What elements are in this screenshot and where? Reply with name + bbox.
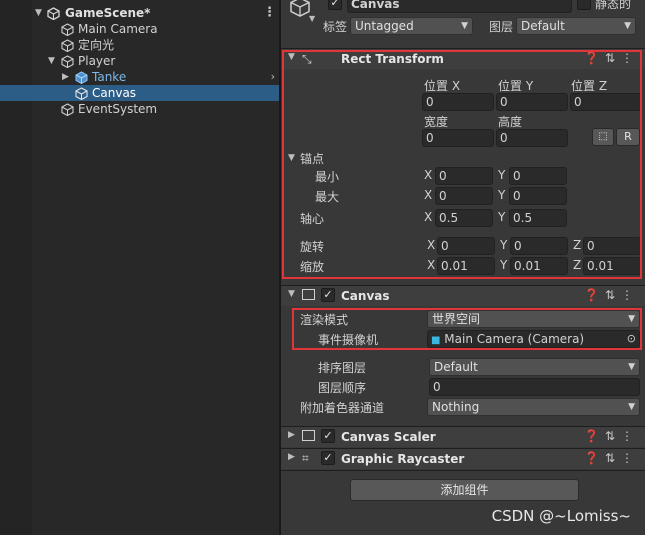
active-checkbox[interactable]: ✓ [328,0,342,10]
gameobject-icon [61,55,74,69]
order-in-layer-label: 图层顺序 [318,381,367,395]
gameobject-icon [61,39,74,53]
component-header-icons: ❓⇅⋮ [584,451,639,465]
icon-dropdown-caret-icon[interactable]: ▼ [309,14,315,23]
hierarchy-item-tanke[interactable]: ▶ Tanke › [0,69,280,85]
shader-channels-dropdown[interactable]: Nothing ▼ [427,398,640,416]
order-in-layer-field[interactable]: 0 [429,378,640,396]
help-icon[interactable]: ❓ [584,288,605,302]
scene-name: GameScene* [65,6,151,20]
raycaster-icon: ⌗ [302,451,309,465]
help-icon[interactable]: ❓ [584,451,605,465]
add-component-button[interactable]: 添加组件 [350,479,579,501]
hierarchy-item-label: Main Camera [78,22,158,36]
graphic-raycaster-header[interactable]: ▶ ⌗ ✓ Graphic Raycaster ❓⇅⋮ [281,448,645,469]
chevron-down-icon: ▼ [624,21,631,31]
canvas-component-icon [302,289,315,300]
canvas-scaler-icon [302,430,315,441]
hierarchy-item-eventsystem[interactable]: EventSystem [0,101,280,117]
components-end-divider [281,470,645,471]
hierarchy-item-main-camera[interactable]: Main Camera [0,21,280,37]
presets-icon[interactable]: ⇅ [605,288,621,302]
more-options-icon[interactable]: ⋮ [621,451,639,465]
hierarchy-item-player[interactable]: ▼ Player [0,53,280,69]
tag-value: Untagged [355,19,414,33]
collapse-arrow-icon[interactable]: ▶ [288,430,295,440]
shader-channels-value: Nothing [432,400,480,414]
canvas-scaler-enabled-checkbox[interactable]: ✓ [321,429,335,443]
chevron-down-icon: ▼ [628,402,635,412]
presets-icon[interactable]: ⇅ [605,429,621,443]
canvas-component-header[interactable]: ▼ ✓ Canvas ❓⇅⋮ [281,285,645,306]
canvas-component-title: Canvas [341,289,390,303]
prefab-icon [75,71,88,85]
expand-arrow-icon[interactable]: ▼ [48,53,58,69]
gameobject-large-icon [289,0,311,21]
unity-scene-icon [47,7,60,21]
hierarchy-item-label: Canvas [92,86,137,100]
static-label: 静态的 [595,0,632,11]
expand-arrow-icon[interactable]: ▼ [35,5,45,21]
hierarchy-item-label: EventSystem [78,102,158,116]
tag-dropdown[interactable]: Untagged ▼ [350,17,473,35]
sorting-layer-label: 排序图层 [318,361,367,375]
object-name-text: Canvas [351,0,400,11]
object-name-field[interactable]: Canvas [347,0,572,13]
canvas-scaler-header[interactable]: ▶ ✓ Canvas Scaler ❓⇅⋮ [281,426,645,447]
scene-menu-icon[interactable]: ⋮ [263,5,276,21]
collapse-arrow-icon[interactable]: ▶ [288,452,295,462]
watermark: CSDN @~Lomiss~ [491,507,631,525]
hierarchy-item-label: Tanke [92,70,127,84]
collapse-arrow-icon[interactable]: ▶ [62,69,72,85]
chevron-down-icon: ▼ [628,362,635,372]
graphic-raycaster-enabled-checkbox[interactable]: ✓ [321,451,335,465]
component-header-icons: ❓⇅⋮ [584,429,639,443]
hierarchy-panel: ▼ GameScene* ⋮ Main Camera 定向光 ▼ Player … [0,0,280,535]
shader-channels-label: 附加着色器通道 [300,401,385,415]
gameobject-icon [61,23,74,37]
more-options-icon[interactable]: ⋮ [621,288,639,302]
hierarchy-item-label: 定向光 [78,38,115,52]
help-icon[interactable]: ❓ [584,429,605,443]
sorting-layer-value: Default [434,360,478,374]
hierarchy-item-directional-light[interactable]: 定向光 [0,37,280,53]
layer-value: Default [521,19,565,33]
open-prefab-chevron-icon[interactable]: › [271,69,275,85]
gameobject-icon [75,87,88,101]
gameobject-icon [61,103,74,117]
foldout-arrow-icon[interactable]: ▼ [288,289,295,299]
presets-icon[interactable]: ⇅ [605,451,621,465]
layer-dropdown[interactable]: Default ▼ [516,17,636,35]
graphic-raycaster-title: Graphic Raycaster [341,452,465,466]
layer-label: 图层 [489,20,514,34]
scene-row[interactable]: ▼ GameScene* ⋮ [0,5,280,21]
hierarchy-item-canvas[interactable]: Canvas [0,85,280,101]
chevron-down-icon: ▼ [461,21,468,31]
rect-transform-highlight [282,50,642,279]
more-options-icon[interactable]: ⋮ [621,429,639,443]
canvas-scaler-title: Canvas Scaler [341,430,436,444]
static-checkbox[interactable] [577,0,591,10]
inspector-panel: ▼ ✓ Canvas 静态的 标签 Untagged ▼ 图层 Default … [281,0,645,535]
hierarchy-item-label: Player [78,54,116,68]
sorting-layer-dropdown[interactable]: Default ▼ [429,358,640,376]
canvas-enabled-checkbox[interactable]: ✓ [321,288,335,302]
tag-label: 标签 [323,20,348,34]
canvas-settings-highlight [292,308,642,350]
component-header-icons: ❓⇅⋮ [584,288,639,302]
